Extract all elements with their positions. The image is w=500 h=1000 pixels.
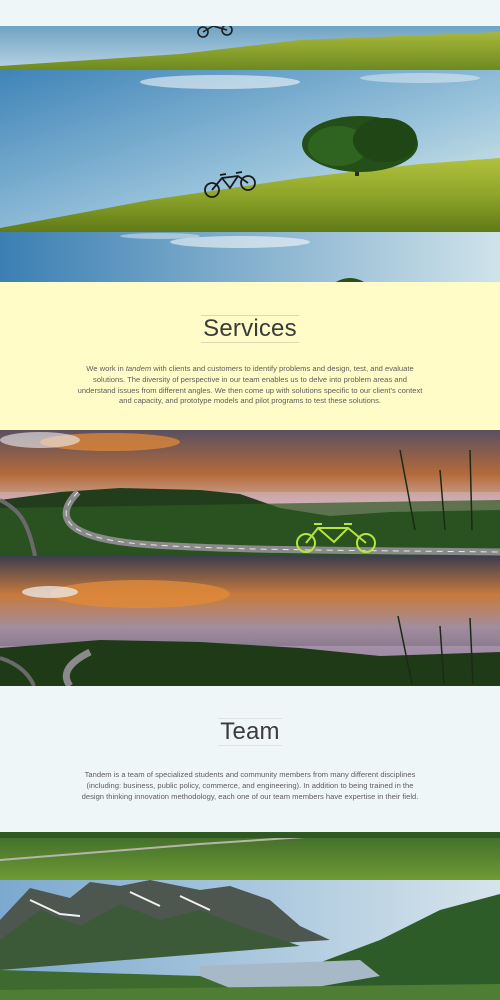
team-section: Team Tandem is a team of specialized stu…	[0, 686, 500, 832]
team-body: Tandem is a team of specialized students…	[81, 770, 419, 801]
services-section: Services We work in tandem with clients …	[0, 282, 500, 430]
sunset-banner-top	[0, 430, 500, 556]
services-heading: Services	[201, 315, 299, 343]
mountain-banner-main	[0, 880, 500, 1000]
hill-banner-strip-bottom	[0, 232, 500, 282]
hill-banner-main	[0, 70, 500, 232]
hill-banner-strip-top	[0, 26, 500, 70]
services-body-prefix: We work in	[86, 364, 126, 373]
services-body: We work in tandem with clients and custo…	[75, 364, 425, 407]
mountain-banner-strip	[0, 832, 500, 880]
services-body-emphasis: tandem	[125, 364, 152, 373]
team-heading: Team	[218, 718, 282, 746]
sunset-banner-bottom	[0, 556, 500, 686]
